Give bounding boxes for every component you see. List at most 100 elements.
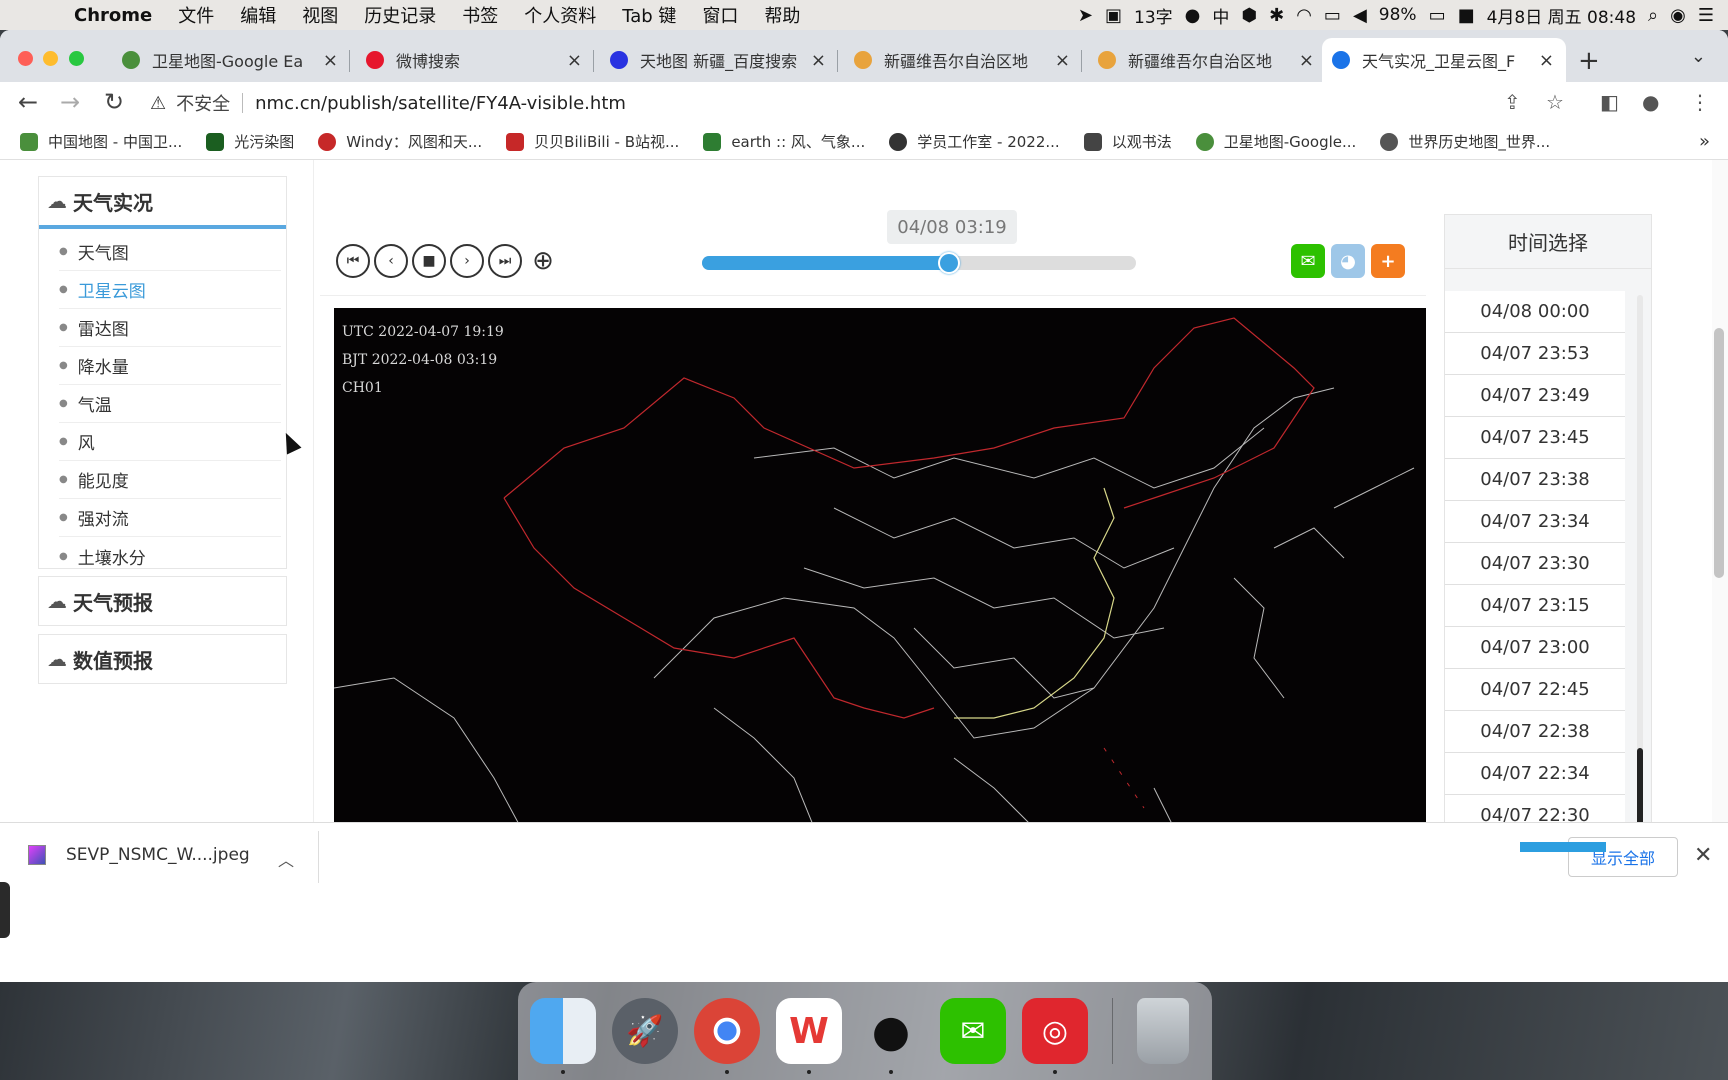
chevron-up-icon[interactable]: ︿ bbox=[278, 847, 294, 871]
spotlight-search-icon[interactable]: ⌕ bbox=[1648, 5, 1658, 26]
airplay-icon[interactable]: ▭ bbox=[1324, 5, 1341, 26]
close-window-button[interactable] bbox=[18, 51, 33, 66]
tab-baidu-search[interactable]: 天地图 新疆_百度搜索 × bbox=[600, 38, 838, 82]
clock[interactable]: 4月8日 周五 08:48 bbox=[1487, 3, 1636, 28]
menu-view[interactable]: 视图 bbox=[302, 2, 338, 28]
launchpad-icon[interactable]: 🚀 bbox=[612, 998, 678, 1064]
sidebar-item-weather-chart[interactable]: ● 天气图 bbox=[59, 233, 281, 271]
wechat-share-icon[interactable]: ✉ bbox=[1291, 244, 1325, 278]
security-label[interactable]: 不安全 bbox=[176, 90, 230, 116]
close-tab-icon[interactable]: × bbox=[1055, 50, 1070, 71]
bookmark-item[interactable]: 世界历史地图_世界... bbox=[1380, 131, 1550, 152]
shield-icon[interactable]: ⬢ bbox=[1241, 5, 1257, 26]
time-option[interactable]: 04/07 23:49 bbox=[1445, 375, 1625, 417]
microphone-icon[interactable]: ● bbox=[1185, 5, 1201, 26]
new-tab-button[interactable]: + bbox=[1578, 46, 1600, 76]
side-panel-icon[interactable]: ◧ bbox=[1600, 90, 1619, 114]
close-tab-icon[interactable]: × bbox=[811, 50, 826, 71]
first-frame-icon[interactable]: ⏮ bbox=[336, 244, 370, 278]
close-download-bar-icon[interactable]: ✕ bbox=[1694, 843, 1712, 868]
stop-icon[interactable]: ■ bbox=[412, 244, 446, 278]
bookmark-item[interactable]: 以观书法 bbox=[1083, 131, 1172, 152]
bookmark-item[interactable]: Windy：风图和天... bbox=[318, 131, 482, 152]
tab-google-earth[interactable]: 卫星地图-Google Ea × bbox=[112, 38, 350, 82]
floating-side-tab[interactable] bbox=[0, 882, 10, 938]
minimize-window-button[interactable] bbox=[43, 51, 58, 66]
menu-file[interactable]: 文件 bbox=[178, 2, 214, 28]
location-icon[interactable]: ➤ bbox=[1078, 5, 1093, 26]
chrome-icon[interactable] bbox=[694, 998, 760, 1074]
menu-profiles[interactable]: 个人资料 bbox=[524, 2, 596, 28]
app-status-icon[interactable]: ■ bbox=[1458, 5, 1475, 26]
sidebar-item-soil-moisture[interactable]: ● 土壤水分 bbox=[59, 537, 281, 575]
address-bar[interactable]: ⚠ 不安全 nmc.cn/publish/satellite/FY4A-visi… bbox=[150, 86, 1490, 120]
wifi-icon[interactable]: ◠ bbox=[1296, 5, 1312, 26]
wps-icon[interactable]: W bbox=[776, 998, 842, 1074]
time-option[interactable]: 04/07 23:15 bbox=[1445, 585, 1625, 627]
reload-icon[interactable]: ↻ bbox=[104, 88, 124, 116]
time-option[interactable]: 04/07 22:34 bbox=[1445, 753, 1625, 795]
menu-window[interactable]: 窗口 bbox=[702, 2, 738, 28]
sidebar-section-numerical[interactable]: ☁ 数值预报 bbox=[38, 634, 287, 684]
close-tab-icon[interactable]: × bbox=[323, 50, 338, 71]
ime-lang[interactable]: 中 bbox=[1212, 3, 1229, 28]
time-list-scrollbar[interactable] bbox=[1637, 295, 1643, 852]
netease-music-icon[interactable]: ◎ bbox=[1022, 998, 1088, 1074]
siri-icon[interactable]: ◉ bbox=[1670, 5, 1686, 26]
sidebar-item-wind[interactable]: ● 风 bbox=[59, 423, 281, 461]
finder-icon[interactable] bbox=[530, 998, 596, 1074]
trash-icon[interactable] bbox=[1137, 998, 1189, 1064]
next-frame-icon[interactable]: › bbox=[450, 244, 484, 278]
menu-bookmarks[interactable]: 书签 bbox=[462, 2, 498, 28]
sidebar-item-visibility[interactable]: ● 能见度 bbox=[59, 461, 281, 499]
time-option[interactable]: 04/07 23:34 bbox=[1445, 501, 1625, 543]
sidebar-item-satellite[interactable]: ● 卫星云图 bbox=[59, 271, 281, 309]
time-option[interactable]: 04/07 23:53 bbox=[1445, 333, 1625, 375]
zoom-in-icon[interactable]: ⊕ bbox=[526, 244, 560, 278]
menu-app-name[interactable]: Chrome bbox=[74, 5, 152, 26]
slider-handle[interactable] bbox=[938, 252, 961, 274]
bookmark-star-icon[interactable]: ☆ bbox=[1546, 90, 1564, 114]
share-icon[interactable]: ⇪ bbox=[1504, 90, 1521, 114]
warning-icon[interactable]: ⚠ bbox=[150, 93, 166, 114]
sidebar-item-convection[interactable]: ● 强对流 bbox=[59, 499, 281, 537]
sidebar-item-temperature[interactable]: ● 气温 bbox=[59, 385, 281, 423]
bookmark-item[interactable]: 贝贝BiliBili - B站视... bbox=[506, 131, 679, 152]
menu-edit[interactable]: 编辑 bbox=[240, 2, 276, 28]
time-option[interactable]: 04/07 23:38 bbox=[1445, 459, 1625, 501]
tab-weather-satellite[interactable]: 天气实况_卫星云图_F × bbox=[1322, 38, 1566, 82]
close-tab-icon[interactable]: × bbox=[567, 50, 582, 71]
more-menu-icon[interactable]: ⋮ bbox=[1690, 90, 1710, 114]
download-item[interactable]: SEVP_NSMC_W....jpeg bbox=[28, 845, 250, 865]
tab-xinjiang-map-2[interactable]: 新疆维吾尔自治区地 × bbox=[1088, 38, 1326, 82]
volume-icon[interactable]: ◀ bbox=[1353, 5, 1367, 26]
wechat-icon[interactable]: ✉ bbox=[940, 998, 1006, 1064]
sidebar-section-title[interactable]: ☁ 天气实况 bbox=[39, 177, 286, 225]
zoom-window-button[interactable] bbox=[69, 51, 84, 66]
sidebar-item-precipitation[interactable]: ● 降水量 bbox=[59, 347, 281, 385]
time-slider[interactable] bbox=[702, 252, 1136, 274]
wps-status-icon[interactable]: ▣ bbox=[1105, 5, 1122, 26]
time-option[interactable]: 04/07 23:30 bbox=[1445, 543, 1625, 585]
control-center-icon[interactable]: ☰ bbox=[1698, 5, 1714, 26]
more-share-icon[interactable]: + bbox=[1371, 244, 1405, 278]
tab-weibo-search[interactable]: 微博搜索 × bbox=[356, 38, 594, 82]
weibo-share-icon[interactable]: ◕ bbox=[1331, 244, 1365, 278]
tab-search-chevron-icon[interactable]: ⌄ bbox=[1691, 46, 1706, 67]
tab-xinjiang-map-1[interactable]: 新疆维吾尔自治区地 × bbox=[844, 38, 1082, 82]
menu-tab[interactable]: Tab 键 bbox=[622, 2, 676, 28]
sidebar-section-forecast[interactable]: ☁ 天气预报 bbox=[38, 576, 287, 626]
bookmark-item[interactable]: 学员工作室 - 2022... bbox=[889, 131, 1060, 152]
close-tab-icon[interactable]: × bbox=[1299, 50, 1314, 71]
menu-history[interactable]: 历史记录 bbox=[364, 2, 436, 28]
bookmarks-overflow-icon[interactable]: » bbox=[1699, 131, 1710, 152]
back-to-top-button[interactable]: ⤒ bbox=[1520, 842, 1606, 852]
time-option[interactable]: 04/07 22:45 bbox=[1445, 669, 1625, 711]
page-scroll-thumb[interactable] bbox=[1714, 328, 1724, 578]
time-option[interactable]: 04/08 00:00 bbox=[1445, 291, 1625, 333]
bluetooth-icon[interactable]: ✱ bbox=[1269, 5, 1284, 26]
bookmark-item[interactable]: 中国地图 - 中国卫... bbox=[20, 131, 182, 152]
time-option[interactable]: 04/07 23:45 bbox=[1445, 417, 1625, 459]
ime-count[interactable]: 13字 bbox=[1134, 3, 1173, 28]
time-option[interactable]: 04/07 22:38 bbox=[1445, 711, 1625, 753]
